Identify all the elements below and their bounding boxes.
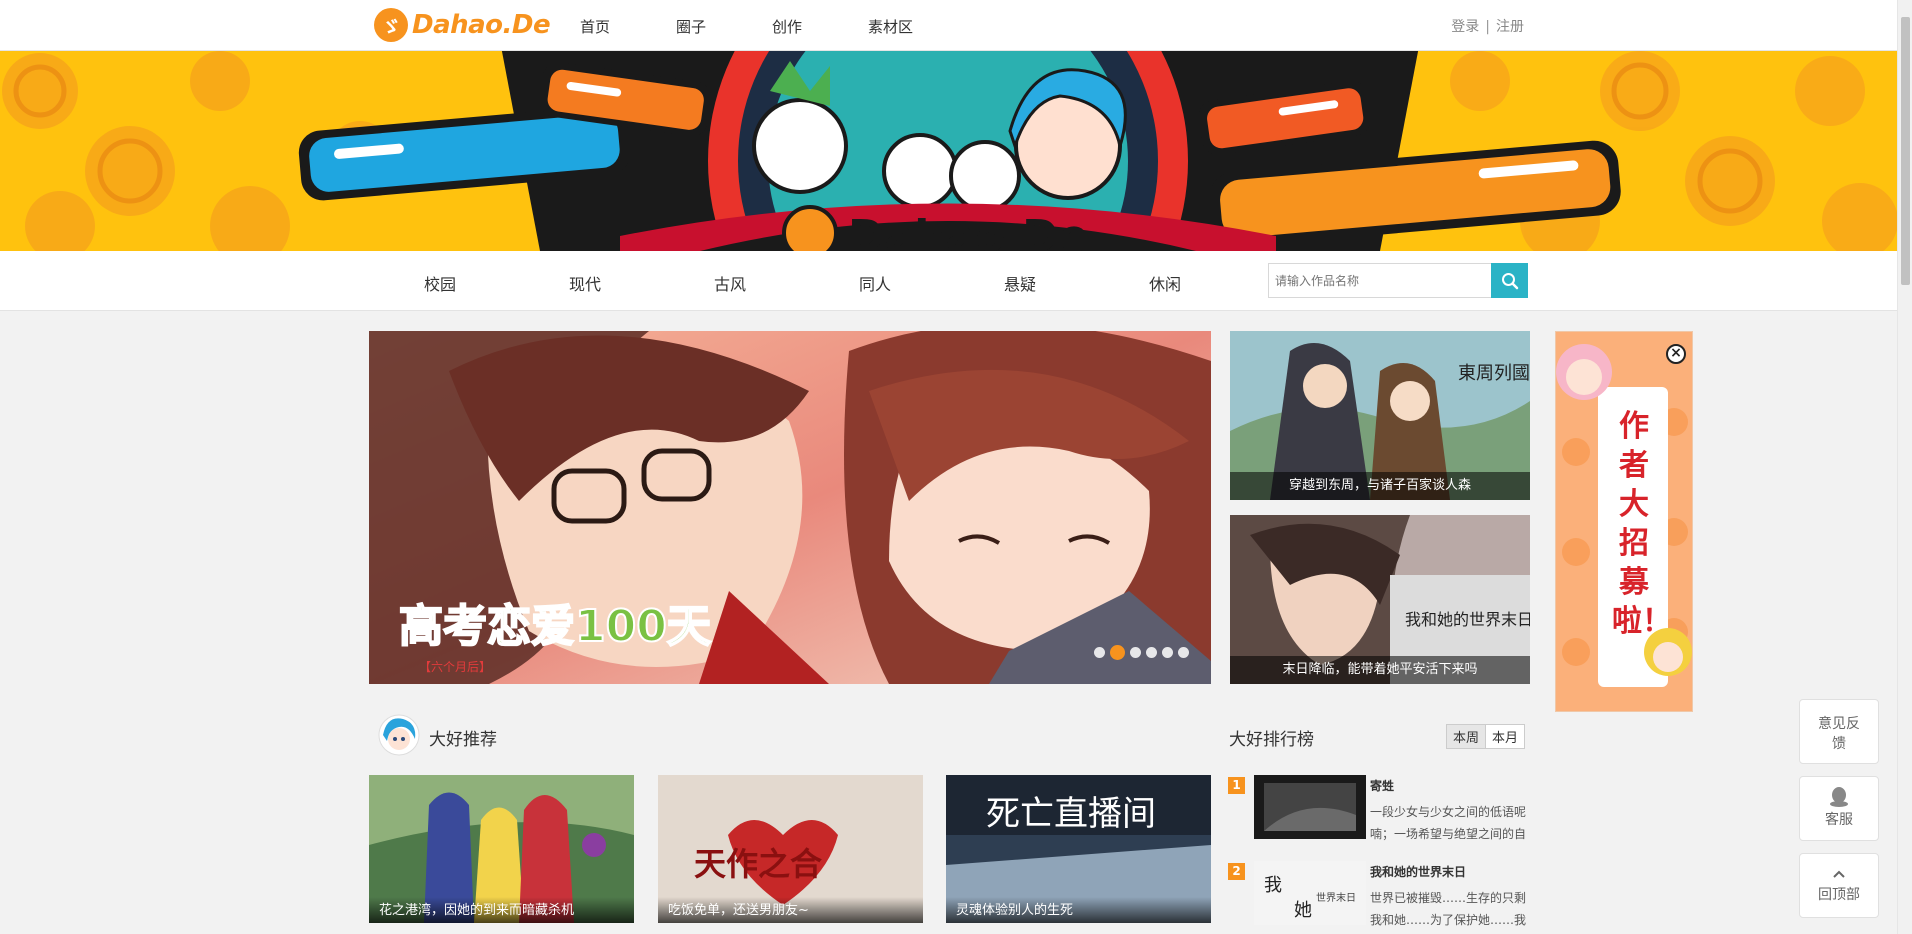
slider-title: 高考恋爱100天	[399, 601, 711, 652]
banner-art: Dahao.De	[0, 51, 1897, 251]
side-card-2[interactable]: 我和她的世界末日 末日降临，能带着她平安活下来吗	[1230, 515, 1530, 684]
rank-number: 1	[1228, 777, 1245, 794]
customer-service-button[interactable]: 客服	[1799, 776, 1879, 841]
category-casual[interactable]: 休闲	[1149, 271, 1181, 295]
nav-create[interactable]: 创作	[772, 16, 802, 37]
ranking-item-1-thumb	[1254, 775, 1366, 839]
ranking-item-1-title[interactable]: 寄甡	[1370, 777, 1394, 794]
slider-dots	[1094, 645, 1189, 660]
page-scrollbar[interactable]	[1897, 0, 1912, 934]
main-slider[interactable]: 高考恋爱100天 【六个月后】	[369, 331, 1211, 684]
scrollbar-thumb[interactable]	[1901, 17, 1910, 285]
category-campus[interactable]: 校园	[424, 271, 456, 295]
recommend-card-2-art-text: 天作之合	[694, 845, 822, 883]
mascot-avatar-icon	[378, 714, 420, 756]
feedback-button[interactable]: 意见反馈	[1799, 699, 1879, 764]
category-mystery[interactable]: 悬疑	[1004, 271, 1036, 295]
auth-separator: |	[1485, 19, 1490, 35]
recommend-card-3[interactable]: 死亡直播间 灵魂体验别人的生死	[946, 775, 1211, 923]
customer-service-label: 客服	[1825, 812, 1853, 828]
auth-links: 登录 | 注册	[1451, 16, 1524, 36]
ranking-title: 大好排行榜	[1229, 730, 1314, 750]
side-card-1-art-text: 東周列國志	[1458, 363, 1530, 384]
svg-text:我: 我	[1264, 875, 1282, 896]
slider-dot[interactable]	[1162, 647, 1173, 658]
register-link[interactable]: 注册	[1496, 19, 1524, 35]
recommend-title: 大好推荐	[429, 730, 497, 750]
svg-text:世界末日: 世界末日	[1316, 891, 1356, 904]
banner-logo-text: Dahao.De	[848, 211, 1089, 251]
recruit-ad[interactable]: × 作者大招募啦！	[1555, 331, 1693, 712]
login-link[interactable]: 登录	[1451, 19, 1479, 35]
svg-text:她: 她	[1294, 900, 1312, 921]
recommend-card-1[interactable]: 花之港湾，因她的到来而暗藏杀机	[369, 775, 634, 923]
tab-weekly[interactable]: 本周	[1447, 725, 1487, 748]
back-to-top-label: 回顶部	[1818, 887, 1860, 903]
nav-home[interactable]: 首页	[580, 16, 610, 37]
recruit-ad-text: 作者大招募啦！	[1612, 409, 1672, 639]
category-ancient[interactable]: 古风	[714, 271, 746, 295]
search-box	[1268, 263, 1528, 298]
tab-monthly[interactable]: 本月	[1486, 725, 1524, 748]
category-fanfic[interactable]: 同人	[859, 271, 891, 295]
carrot-logo-icon: ゞ	[374, 8, 408, 42]
category-modern[interactable]: 现代	[569, 271, 601, 295]
slider-dot[interactable]	[1094, 647, 1105, 658]
rank-number: 2	[1228, 863, 1245, 880]
top-navbar: ゞ Dahao.De 首页 圈子 创作 素材区 登录 | 注册	[0, 0, 1912, 51]
category-bar: 校园 现代 古风 同人 悬疑 休闲	[0, 251, 1897, 311]
ranking-item-2[interactable]: 2 我她世界末日 我和她的世界末日 世界已被摧毁……生存的只剩我和她……为了保护…	[1228, 861, 1533, 934]
slider-dot[interactable]	[1130, 647, 1141, 658]
slider-subtitle: 【六个月后】	[419, 660, 491, 674]
arrow-up-icon	[1833, 870, 1845, 878]
slider-dot-active[interactable]	[1110, 645, 1125, 660]
ranking-item-2-thumb: 我她世界末日	[1254, 861, 1366, 925]
ranking-tabs: 本周 本月	[1446, 724, 1526, 749]
recommend-card-2[interactable]: 天作之合 吃饭免单，还送男朋友~	[658, 775, 923, 923]
recommend-card-3-art-text: 死亡直播间	[986, 794, 1156, 834]
search-input[interactable]	[1269, 264, 1489, 297]
site-logo[interactable]: ゞ Dahao.De	[374, 7, 551, 43]
search-button[interactable]	[1491, 263, 1528, 298]
side-card-2-art-text: 我和她的世界末日	[1405, 610, 1530, 629]
nav-materials[interactable]: 素材区	[868, 16, 913, 37]
nav-circle[interactable]: 圈子	[676, 16, 706, 37]
ranking-item-1-desc: 一段少女与少女之间的低语呢喃；一场希望与绝望之间的自	[1370, 805, 1527, 841]
ranking-item-2-title[interactable]: 我和她的世界末日	[1370, 863, 1466, 880]
side-card-1[interactable]: 東周列國志 穿越到东周，与诸子百家谈人森	[1230, 331, 1530, 500]
recommend-card-2-caption: 吃饭免单，还送男朋友~	[658, 897, 923, 923]
recommend-card-1-caption: 花之港湾，因她的到来而暗藏杀机	[369, 897, 634, 923]
slider-dot[interactable]	[1146, 647, 1157, 658]
side-card-1-caption: 穿越到东周，与诸子百家谈人森	[1230, 472, 1530, 500]
ranking-item-2-desc: 世界已被摧毁……生存的只剩我和她……为了保护她……我	[1370, 891, 1527, 927]
slider-image: 高考恋爱100天 【六个月后】	[369, 331, 1211, 684]
search-icon	[1501, 272, 1518, 289]
ranking-item-1[interactable]: 1 寄甡 一段少女与少女之间的低语呢喃；一场希望与绝望之间的自	[1228, 775, 1533, 855]
logo-text: Dahao.De	[412, 10, 551, 40]
header-banner: Dahao.De	[0, 51, 1897, 251]
ad-close-button[interactable]: ×	[1666, 344, 1686, 364]
recommend-card-3-caption: 灵魂体验别人的生死	[946, 897, 1211, 923]
qq-penguin-icon	[1830, 787, 1848, 807]
back-to-top-button[interactable]: 回顶部	[1799, 853, 1879, 918]
slider-dot[interactable]	[1178, 647, 1189, 658]
side-card-2-caption: 末日降临，能带着她平安活下来吗	[1230, 656, 1530, 684]
